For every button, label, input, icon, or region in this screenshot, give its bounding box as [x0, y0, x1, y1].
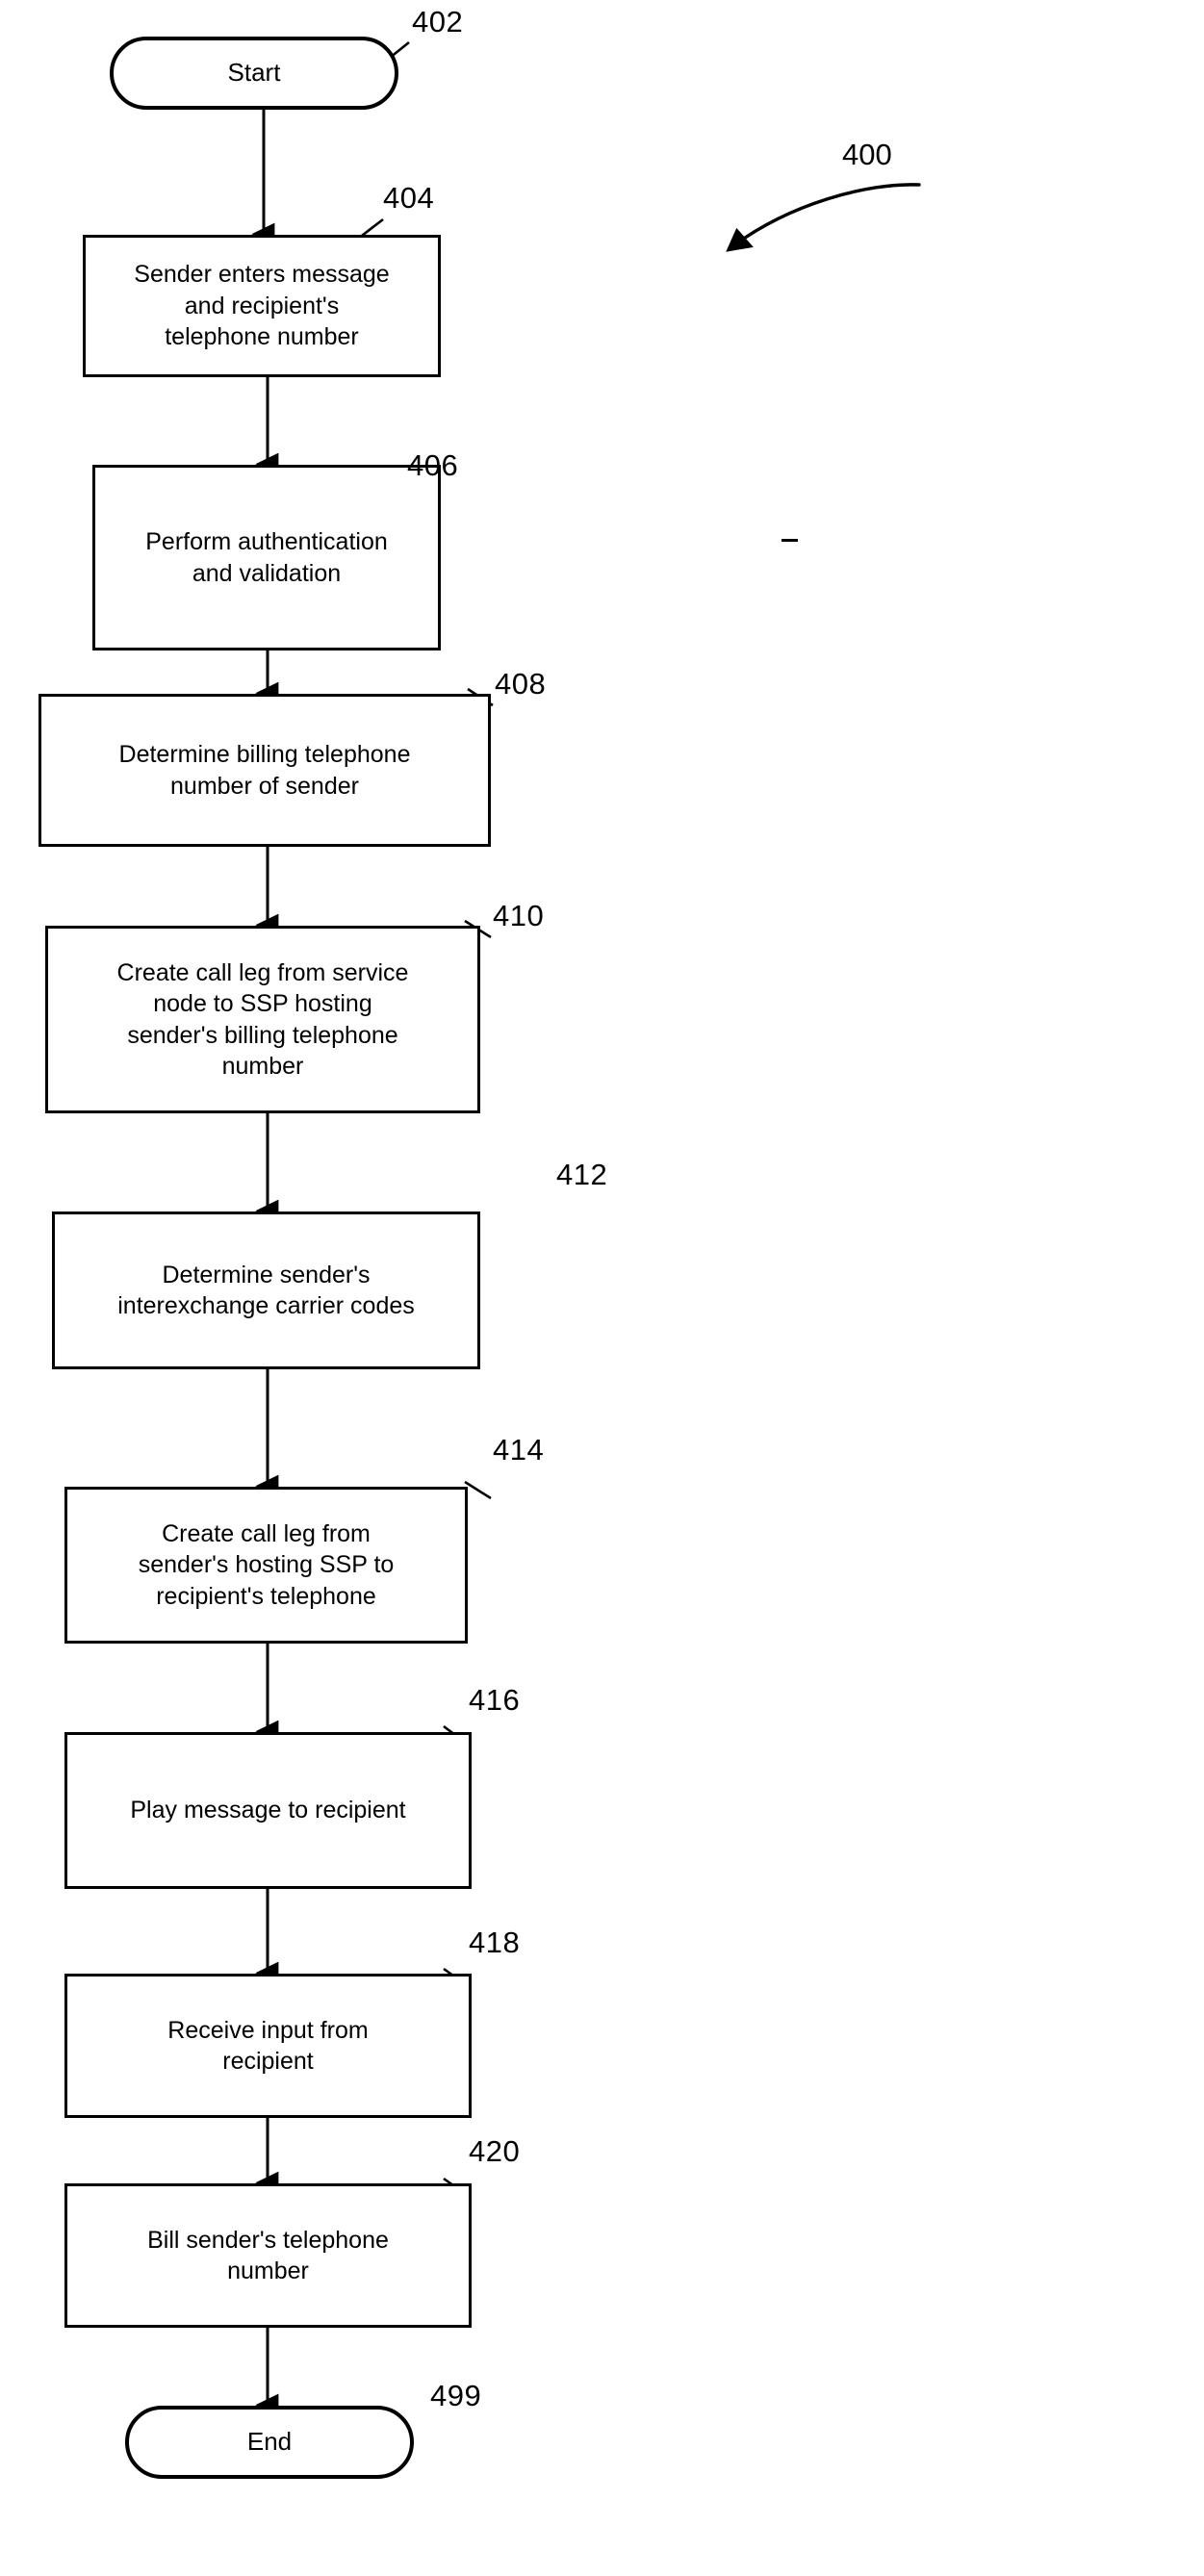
node-label-499: End — [246, 2427, 293, 2457]
node-label-412: Determine sender's interexchange carrier… — [117, 1261, 415, 1320]
scan-artifact-mark — [781, 539, 798, 542]
flowchart-node-402: Start — [110, 37, 398, 110]
flowchart-node-412: Determine sender's interexchange carrier… — [52, 1211, 480, 1369]
flowchart-node-408: Determine billing telephone number of se… — [38, 694, 491, 847]
flowchart-node-418: Receive input from recipient — [64, 1974, 472, 2118]
node-label-416: Play message to recipient — [130, 1797, 406, 1824]
reference-numeral-414: 414 — [493, 1433, 545, 1467]
flowchart-node-410: Create call leg from service node to SSP… — [45, 926, 480, 1113]
node-label-402: Start — [227, 58, 281, 88]
flowchart-node-404: Sender enters message and recipient's te… — [83, 235, 441, 377]
reference-numeral-418: 418 — [469, 1926, 521, 1959]
reference-numeral-412: 412 — [556, 1158, 608, 1191]
flowchart-node-414: Create call leg from sender's hosting SS… — [64, 1487, 468, 1644]
node-label-404: Sender enters message and recipient's te… — [134, 261, 390, 351]
reference-numeral-420: 420 — [469, 2134, 521, 2168]
flowchart-node-416: Play message to recipient — [64, 1732, 472, 1889]
figure-number: 400 — [842, 138, 892, 171]
flowchart-node-406: Perform authentication and validation — [92, 465, 441, 650]
leader-line-414 — [464, 1480, 492, 1500]
node-label-420: Bill sender's telephone number — [147, 2226, 389, 2285]
node-label-414: Create call leg from sender's hosting SS… — [138, 1519, 395, 1610]
reference-numeral-499: 499 — [430, 2379, 482, 2412]
reference-numeral-408: 408 — [495, 667, 547, 701]
node-label-410: Create call leg from service node to SSP… — [116, 958, 409, 1081]
reference-numeral-404: 404 — [383, 181, 435, 215]
figure-leader-arrow — [726, 183, 921, 252]
flowchart-node-499: End — [125, 2406, 414, 2479]
flowchart-node-420: Bill sender's telephone number — [64, 2183, 472, 2328]
node-label-418: Receive input from recipient — [167, 2016, 369, 2076]
reference-numeral-416: 416 — [469, 1683, 521, 1717]
patent-figure-page: Start 402 Sender enters message and recipi… — [0, 0, 1204, 2576]
reference-numeral-402: 402 — [412, 5, 464, 38]
reference-numeral-410: 410 — [493, 899, 545, 932]
reference-numeral-406: 406 — [407, 448, 459, 482]
node-label-406: Perform authentication and validation — [145, 528, 388, 587]
node-label-408: Determine billing telephone number of se… — [118, 741, 411, 800]
